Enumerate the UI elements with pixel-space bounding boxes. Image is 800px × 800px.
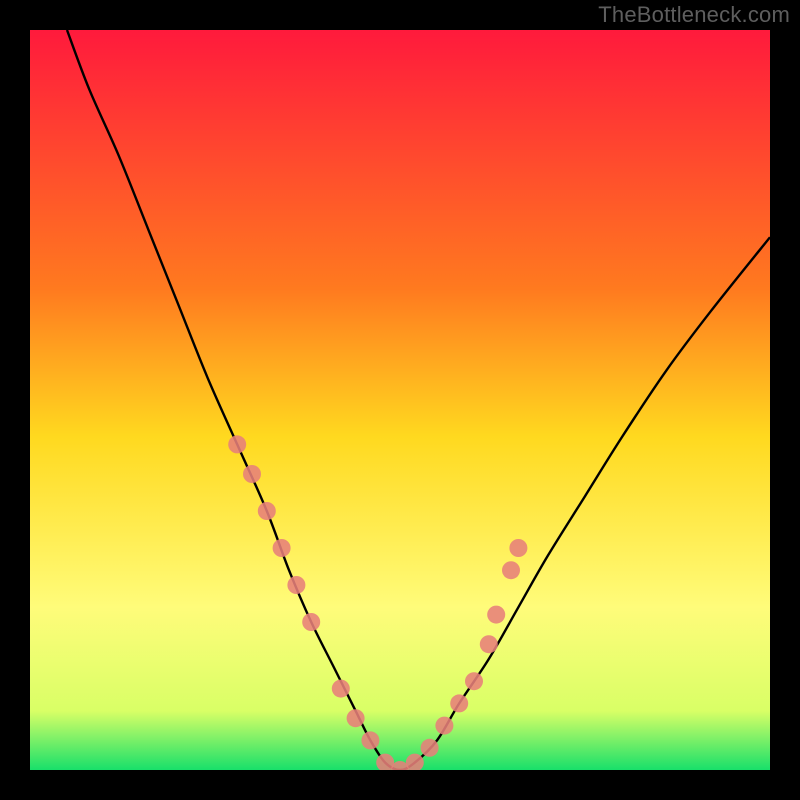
plot-area: [30, 30, 770, 770]
marker-dot: [243, 465, 261, 483]
gradient-background: [30, 30, 770, 770]
marker-dot: [273, 539, 291, 557]
watermark-text: TheBottleneck.com: [598, 2, 790, 28]
marker-dot: [287, 576, 305, 594]
marker-dot: [480, 635, 498, 653]
marker-dot: [509, 539, 527, 557]
chart-svg: [30, 30, 770, 770]
marker-dot: [450, 694, 468, 712]
chart-frame: TheBottleneck.com: [0, 0, 800, 800]
marker-dot: [347, 709, 365, 727]
marker-dot: [361, 731, 379, 749]
marker-dot: [465, 672, 483, 690]
marker-dot: [228, 435, 246, 453]
marker-dot: [258, 502, 276, 520]
marker-dot: [502, 561, 520, 579]
marker-dot: [332, 680, 350, 698]
marker-dot: [421, 739, 439, 757]
marker-dot: [302, 613, 320, 631]
marker-dot: [487, 606, 505, 624]
marker-dot: [435, 717, 453, 735]
